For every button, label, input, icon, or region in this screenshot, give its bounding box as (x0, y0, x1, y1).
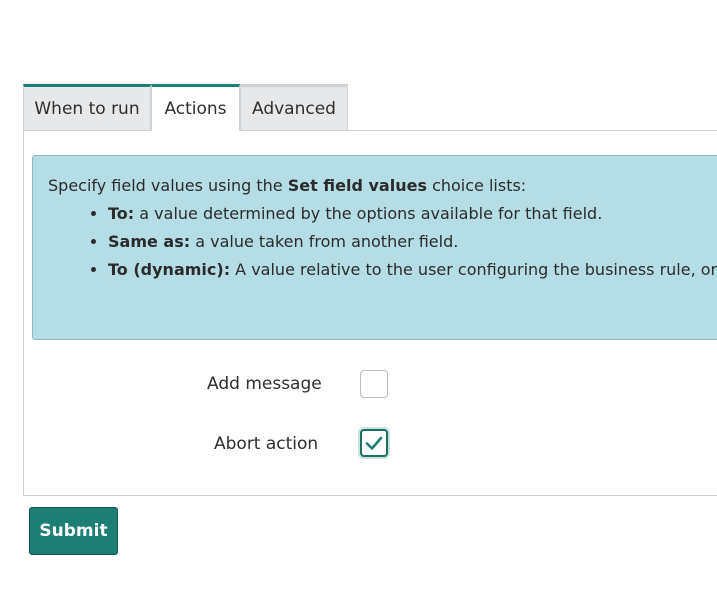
info-intro-prefix: Specify field values using the (48, 176, 288, 195)
abort-action-label: Abort action (214, 434, 319, 454)
check-icon (365, 436, 383, 450)
list-item: To (dynamic): A value relative to the us… (108, 256, 717, 284)
info-intro-bold: Set field values (287, 176, 427, 195)
info-list: To: a value determined by the options av… (48, 200, 717, 284)
tab-when-to-run[interactable]: When to run (23, 84, 151, 131)
list-item-term: Same as: (108, 232, 191, 251)
list-item-term: To: (108, 204, 135, 223)
business-rule-form: When to run Actions Advanced Specify fie… (0, 0, 717, 606)
list-item-text: A value relative to the user configuring… (230, 260, 717, 279)
info-intro: Specify field values using the Set field… (48, 172, 717, 200)
add-message-label: Add message (207, 374, 322, 394)
list-item-text: a value taken from another field. (190, 232, 459, 251)
add-message-checkbox[interactable] (360, 370, 388, 398)
list-item: Same as: a value taken from another fiel… (108, 228, 717, 256)
list-item-text: a value determined by the options availa… (134, 204, 603, 223)
tab-advanced[interactable]: Advanced (240, 84, 348, 131)
abort-action-checkbox[interactable] (360, 429, 388, 457)
list-item-term: To (dynamic): (108, 260, 231, 279)
info-intro-suffix: choice lists: (426, 176, 527, 195)
info-box: Specify field values using the Set field… (32, 155, 717, 340)
tab-bar: When to run Actions Advanced (23, 84, 348, 131)
tab-actions[interactable]: Actions (151, 84, 240, 131)
list-item: To: a value determined by the options av… (108, 200, 717, 228)
submit-button[interactable]: Submit (29, 507, 118, 555)
